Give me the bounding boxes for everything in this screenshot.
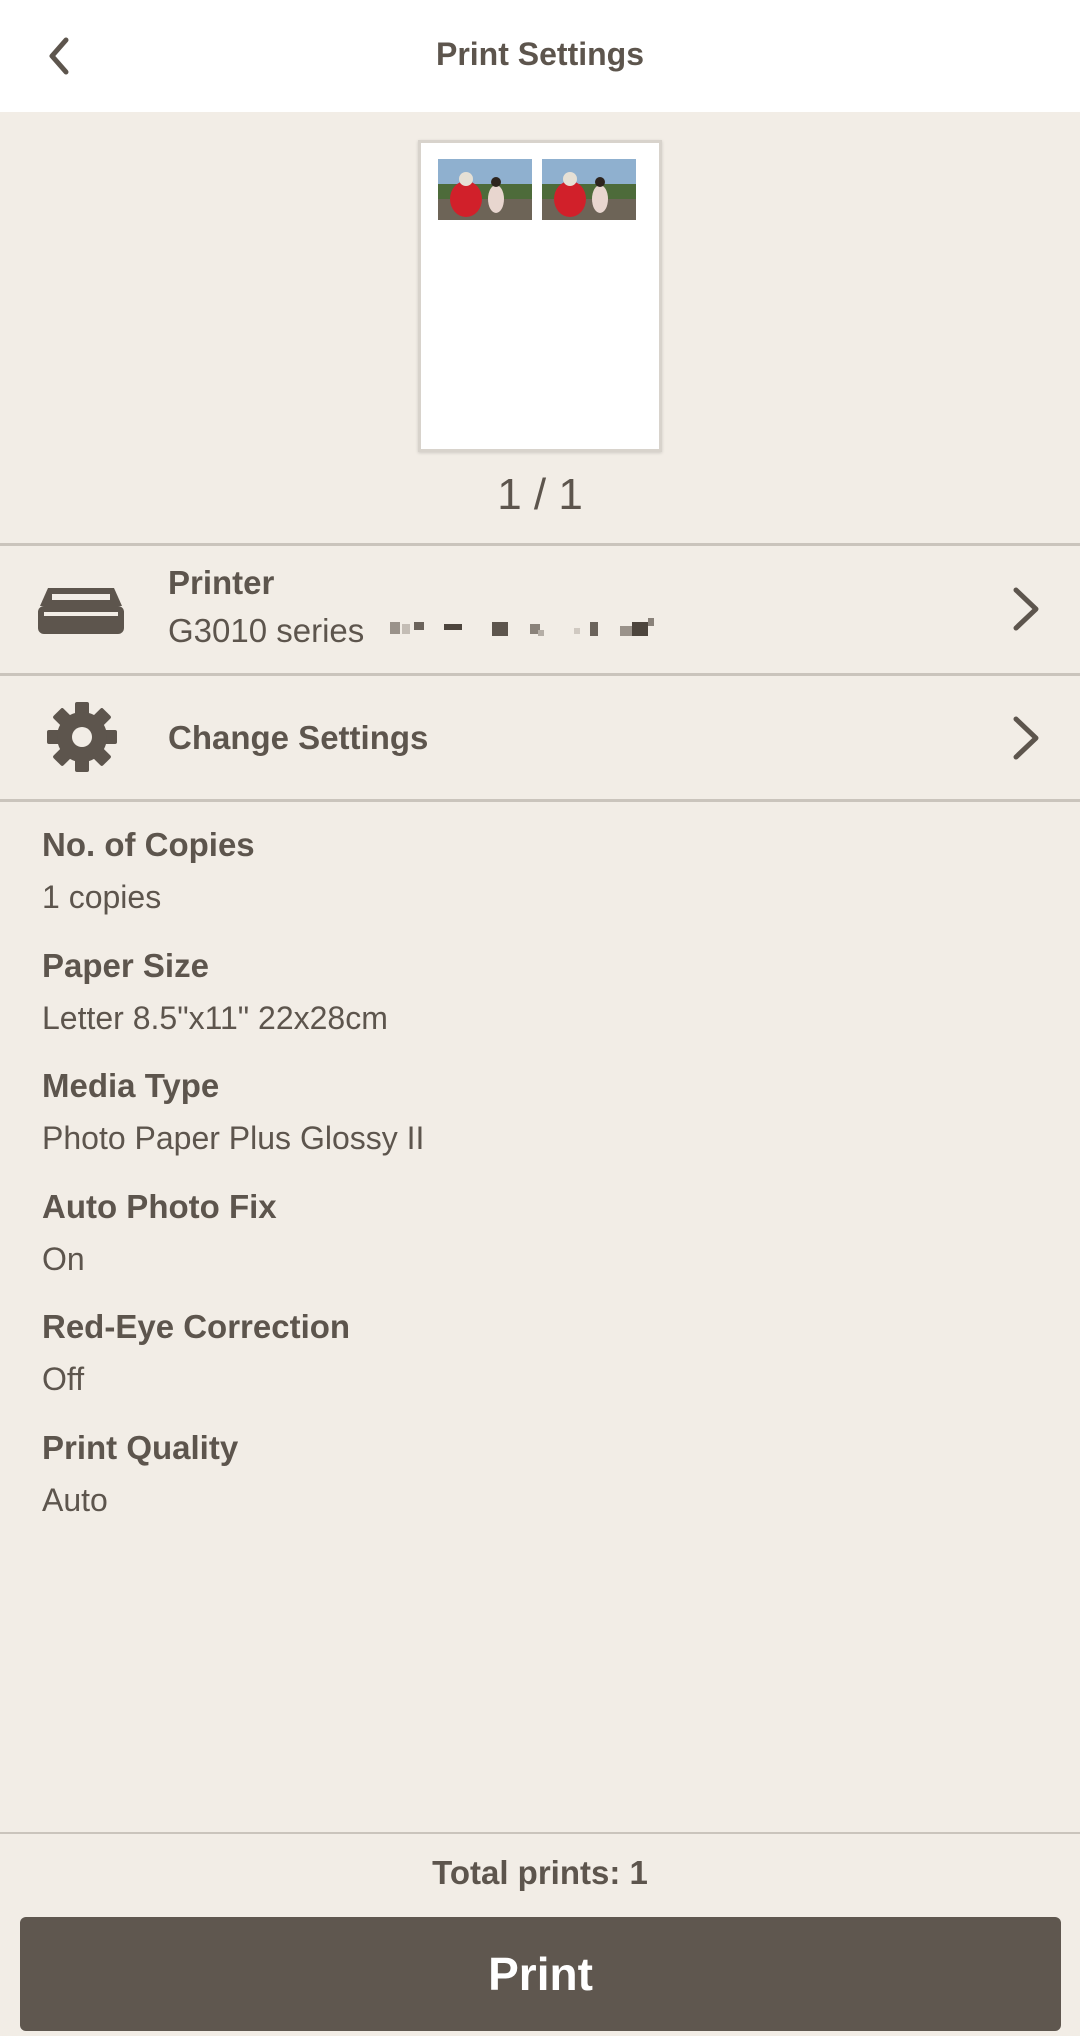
settings-summary: No. of Copies 1 copies Paper Size Letter… [42,825,1042,1549]
total-prints: Total prints: 1 [432,1854,648,1891]
chevron-right-icon [1013,716,1039,760]
page-preview[interactable] [418,140,662,452]
gear-icon [47,702,117,772]
setting-value: Letter 8.5"x11" 22x28cm [42,999,388,1036]
photo-thumbnail [542,159,636,220]
photo-thumbnail [438,159,532,220]
setting-paper-size: Paper Size Letter 8.5"x11" 22x28cm [42,946,1042,1067]
setting-value: Auto [42,1481,108,1518]
chevron-right-icon [1013,587,1039,631]
change-settings-label: Change Settings [168,719,429,756]
setting-label: Paper Size [42,946,209,984]
setting-value: Off [42,1361,85,1398]
setting-copies: No. of Copies 1 copies [42,825,1042,946]
change-settings-row[interactable]: Change Settings [0,677,1080,799]
setting-value: On [42,1240,85,1277]
setting-auto-photo-fix: Auto Photo Fix On [42,1187,1042,1308]
page-counter: 1 / 1 [497,470,583,519]
page-title: Print Settings [435,36,644,72]
setting-media-type: Media Type Photo Paper Plus Glossy II [42,1066,1042,1187]
divider [0,673,1080,676]
printer-name: G3010 series [168,612,365,649]
setting-label: Auto Photo Fix [42,1187,277,1225]
setting-print-quality: Print Quality Auto [42,1428,1042,1549]
setting-label: No. of Copies [42,826,255,863]
setting-label: Red-Eye Correction [42,1308,351,1346]
divider [0,1832,1080,1834]
setting-red-eye-correction: Red-Eye Correction Off [42,1307,1042,1428]
redacted-identifier [390,618,654,636]
app-header: Print Settings [0,0,1080,112]
divider [0,799,1080,802]
print-button[interactable]: Print [20,1917,1061,2031]
printer-row[interactable]: Printer G3010 series [0,546,1080,673]
setting-label: Media Type [42,1067,220,1105]
setting-value: 1 copies [42,879,162,915]
printer-icon [38,588,124,634]
setting-value: Photo Paper Plus Glossy II [42,1120,425,1157]
printer-label: Printer [168,564,275,601]
setting-label: Print Quality [42,1428,239,1466]
